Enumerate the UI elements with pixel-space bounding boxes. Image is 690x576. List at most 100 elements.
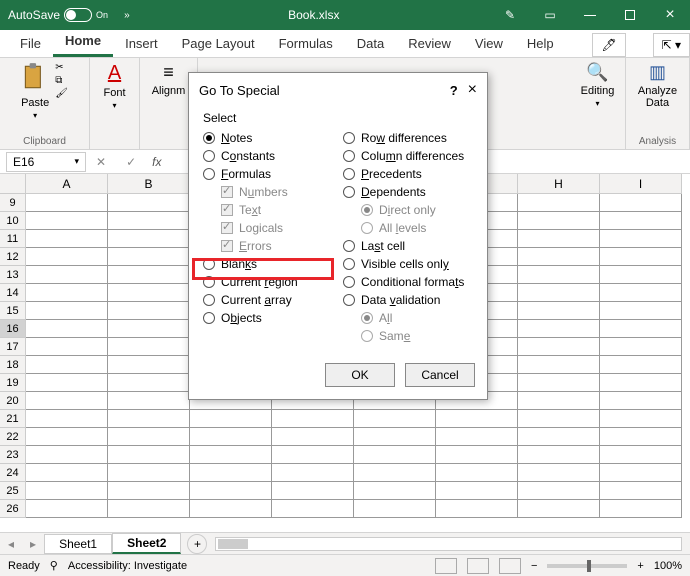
cell[interactable]	[518, 302, 600, 320]
cell[interactable]	[108, 302, 190, 320]
tab-formulas[interactable]: Formulas	[267, 30, 345, 57]
tab-file[interactable]: File	[8, 30, 53, 57]
row-header[interactable]: 13	[0, 266, 26, 284]
cell[interactable]	[518, 320, 600, 338]
cell[interactable]	[108, 230, 190, 248]
cell[interactable]	[108, 428, 190, 446]
radio-blanks[interactable]: Blanks	[203, 255, 333, 273]
cell[interactable]	[600, 302, 682, 320]
cut-icon[interactable]: ✂	[55, 62, 68, 73]
cell[interactable]	[600, 356, 682, 374]
cell[interactable]	[600, 446, 682, 464]
cell[interactable]	[354, 446, 436, 464]
cell[interactable]	[108, 212, 190, 230]
cell[interactable]	[108, 374, 190, 392]
cell[interactable]	[26, 284, 108, 302]
pen-icon[interactable]: ✎	[490, 0, 530, 30]
radio-data-validation[interactable]: Data validation	[343, 291, 473, 309]
cell[interactable]	[518, 212, 600, 230]
cell[interactable]	[600, 266, 682, 284]
cell[interactable]	[108, 320, 190, 338]
analyze-button[interactable]: ▥ Analyze Data	[638, 62, 677, 109]
cell[interactable]	[108, 500, 190, 518]
cell[interactable]	[272, 500, 354, 518]
cell[interactable]	[26, 464, 108, 482]
cell[interactable]	[518, 482, 600, 500]
cell[interactable]	[26, 302, 108, 320]
row-header[interactable]: 22	[0, 428, 26, 446]
cancel-button[interactable]: Cancel	[405, 363, 475, 387]
cell[interactable]	[518, 194, 600, 212]
cell[interactable]	[518, 356, 600, 374]
tab-insert[interactable]: Insert	[113, 30, 170, 57]
cell[interactable]	[26, 248, 108, 266]
cell[interactable]	[354, 410, 436, 428]
cell[interactable]	[436, 428, 518, 446]
tab-pagelayout[interactable]: Page Layout	[170, 30, 267, 57]
cell[interactable]	[518, 248, 600, 266]
font-button[interactable]: A Font ▾	[103, 62, 125, 110]
cell[interactable]	[272, 482, 354, 500]
sheet-tab-2[interactable]: Sheet2	[112, 533, 181, 554]
cell[interactable]	[26, 230, 108, 248]
cancel-icon[interactable]: ✕	[86, 155, 116, 169]
cell[interactable]	[518, 266, 600, 284]
tab-help[interactable]: Help	[515, 30, 566, 57]
cell[interactable]	[600, 410, 682, 428]
cell[interactable]	[190, 410, 272, 428]
cell[interactable]	[600, 392, 682, 410]
cell[interactable]	[26, 266, 108, 284]
row-header[interactable]: 18	[0, 356, 26, 374]
help-button[interactable]: ?	[450, 83, 458, 98]
share-button[interactable]: ⇱ ▾	[653, 33, 690, 57]
view-pagebreak-icon[interactable]	[499, 558, 521, 574]
horizontal-scrollbar[interactable]	[215, 537, 682, 551]
cell[interactable]	[518, 230, 600, 248]
cell[interactable]	[600, 212, 682, 230]
cell[interactable]	[518, 464, 600, 482]
format-painter-icon[interactable]: 🖌	[55, 88, 68, 99]
row-header[interactable]: 23	[0, 446, 26, 464]
cell[interactable]	[108, 284, 190, 302]
tab-view[interactable]: View	[463, 30, 515, 57]
radio-dependents[interactable]: Dependents	[343, 183, 473, 201]
radio-precedents[interactable]: Precedents	[343, 165, 473, 183]
radio-current-region[interactable]: Current region	[203, 273, 333, 291]
editing-button[interactable]: 🔍 Editing ▾	[581, 62, 615, 108]
fx-icon[interactable]: fx	[146, 155, 167, 169]
cell[interactable]	[518, 374, 600, 392]
cell[interactable]	[436, 446, 518, 464]
row-header[interactable]: 21	[0, 410, 26, 428]
cell[interactable]	[436, 410, 518, 428]
cell[interactable]	[600, 482, 682, 500]
minimize-button[interactable]	[570, 0, 610, 30]
tab-data[interactable]: Data	[345, 30, 396, 57]
row-header[interactable]: 11	[0, 230, 26, 248]
zoom-slider[interactable]	[547, 564, 627, 568]
zoom-out-button[interactable]: −	[531, 560, 537, 572]
cell[interactable]	[26, 374, 108, 392]
row-header[interactable]: 14	[0, 284, 26, 302]
radio-objects[interactable]: Objects	[203, 309, 333, 327]
row-header[interactable]: 15	[0, 302, 26, 320]
cell[interactable]	[354, 464, 436, 482]
cell[interactable]	[518, 446, 600, 464]
add-sheet-button[interactable]: +	[187, 534, 207, 554]
accessibility-text[interactable]: Accessibility: Investigate	[68, 560, 187, 572]
row-header[interactable]: 10	[0, 212, 26, 230]
cell[interactable]	[108, 266, 190, 284]
row-header[interactable]: 17	[0, 338, 26, 356]
tab-home[interactable]: Home	[53, 27, 113, 57]
sheet-nav-prev-icon[interactable]: ◂	[0, 537, 22, 551]
cell[interactable]	[436, 500, 518, 518]
radio-last-cell[interactable]: Last cell	[343, 237, 473, 255]
paste-button[interactable]: Paste ▾	[21, 62, 49, 120]
view-pagelayout-icon[interactable]	[467, 558, 489, 574]
cell[interactable]	[600, 338, 682, 356]
cell[interactable]	[600, 284, 682, 302]
name-box[interactable]: E16▾	[6, 152, 86, 172]
cell[interactable]	[26, 392, 108, 410]
view-normal-icon[interactable]	[435, 558, 457, 574]
col-header[interactable]: I	[600, 174, 682, 194]
dialog-close-button[interactable]: ×	[468, 81, 477, 99]
